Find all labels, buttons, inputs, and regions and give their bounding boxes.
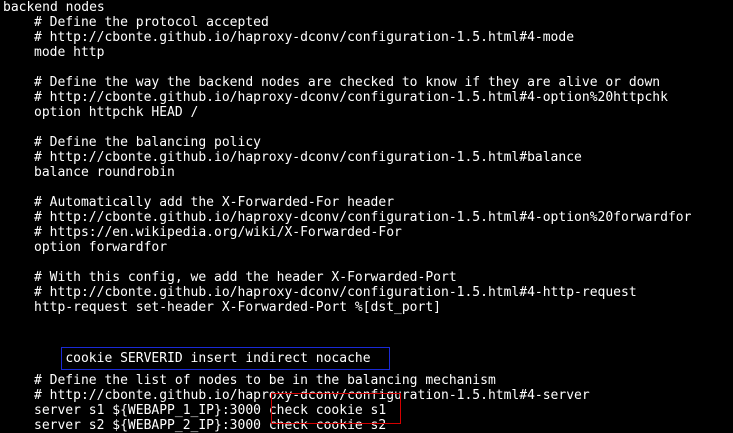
cookie-highlight-box: cookie SERVERID insert indirect nocache: [61, 347, 390, 370]
xff-line: option forwardfor: [34, 240, 168, 255]
mode-line: mode http: [34, 45, 105, 60]
xfp-url: # http://cbonte.github.io/haproxy-dconv/…: [34, 285, 637, 300]
server2-check: check cookie s2: [268, 418, 387, 433]
cookie-line: cookie SERVERID insert indirect nocache: [65, 351, 371, 366]
server2-line: server s2 ${WEBAPP_2_IP}:3000 check cook…: [0, 418, 733, 433]
terminal-window: backend nodes # Define the protocol acce…: [0, 0, 733, 433]
server1-line: server s1 ${WEBAPP_1_IP}:3000 check cook…: [0, 403, 733, 418]
check-line: option httpchk HEAD /: [34, 105, 199, 120]
xff-url: # http://cbonte.github.io/haproxy-dconv/…: [34, 210, 692, 225]
mode-url: # http://cbonte.github.io/haproxy-dconv/…: [34, 30, 575, 45]
xfp-comment: # With this config, we add the header X-…: [34, 270, 457, 285]
servers-comment: # Define the list of nodes to be in the …: [34, 373, 496, 388]
balance-url: # http://cbonte.github.io/haproxy-dconv/…: [34, 150, 582, 165]
servers-url: # http://cbonte.github.io/haproxy-dconv/…: [34, 388, 590, 403]
cookie-row: cookie SERVERID insert indirect nocache: [0, 330, 733, 370]
backend-header: backend nodes: [3, 0, 105, 15]
xfp-line: http-request set-header X-Forwarded-Port…: [34, 300, 441, 315]
server1-check: check cookie s1: [268, 403, 387, 418]
server2-prefix: server s2 ${WEBAPP_2_IP}:3000: [34, 418, 269, 433]
server1-prefix: server s1 ${WEBAPP_1_IP}:3000: [34, 403, 269, 418]
balance-comment: # Define the balancing policy: [34, 135, 261, 150]
check-url: # http://cbonte.github.io/haproxy-dconv/…: [34, 90, 668, 105]
mode-comment: # Define the protocol accepted: [34, 15, 269, 30]
check-comment: # Define the way the backend nodes are c…: [34, 75, 661, 90]
xff-wiki: # https://en.wikipedia.org/wiki/X-Forwar…: [34, 225, 402, 240]
balance-line: balance roundrobin: [34, 165, 175, 180]
xff-comment: # Automatically add the X-Forwarded-For …: [34, 195, 395, 210]
